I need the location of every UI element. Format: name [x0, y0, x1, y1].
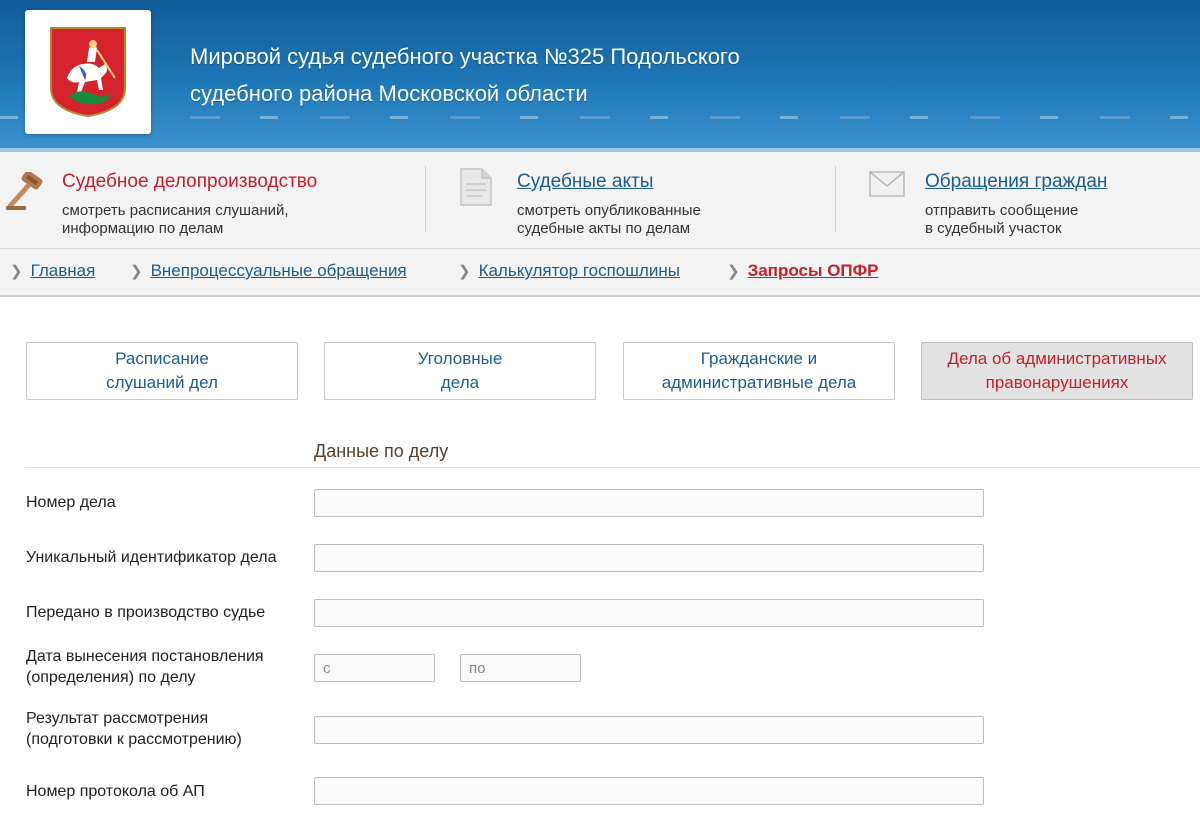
tab-hearing-schedule[interactable]: Расписание слушаний дел [26, 342, 298, 400]
breadcrumb-item-opfr-requests: ❯ Запросы ОПФР [727, 261, 878, 281]
tab-label-line: Уголовные [417, 349, 503, 368]
result-label: Результат рассмотрения (подготовки к рас… [26, 708, 242, 750]
tab-label-line: правонарушениях [985, 373, 1129, 392]
decision-date-label-line: Дата вынесения постановления [26, 648, 264, 665]
site-title: Мировой судья судебного участка №325 Под… [190, 38, 740, 112]
chevron-right-icon: ❯ [727, 263, 740, 280]
breadcrumb-item-non-procedural: ❯ Внепроцессуальные обращения [130, 261, 407, 281]
site-header: Мировой судья судебного участка №325 Под… [0, 0, 1200, 152]
nav-desc-line: судебные акты по делам [517, 220, 691, 237]
nav-divider [835, 166, 836, 232]
nav-block-court-proceedings[interactable]: Судебное делопроизводство смотреть распи… [0, 152, 420, 248]
case-number-label: Номер дела [26, 494, 116, 511]
nav-block-court-acts[interactable]: Судебные акты смотреть опубликованные су… [440, 152, 830, 248]
nav-desc-court-proceedings: смотреть расписания слушаний, информацию… [62, 202, 289, 238]
breadcrumb-link-non-procedural[interactable]: Внепроцессуальные обращения [151, 261, 407, 280]
site-title-line1: Мировой судья судебного участка №325 Под… [190, 44, 740, 69]
decision-date-to-input[interactable] [460, 654, 581, 682]
nav-desc-line: в судебный участок [925, 220, 1062, 237]
nav-desc-citizen-appeals: отправить сообщение в судебный участок [925, 202, 1078, 238]
result-label-line: Результат рассмотрения [26, 710, 209, 727]
breadcrumb-link-opfr-requests[interactable]: Запросы ОПФР [748, 261, 879, 280]
decision-date-from-input[interactable] [314, 654, 435, 682]
top-navigation: Судебное делопроизводство смотреть распи… [0, 152, 1200, 249]
nav-block-citizen-appeals[interactable]: Обращения граждан отправить сообщение в … [850, 152, 1200, 248]
nav-desc-line: смотреть опубликованные [517, 202, 701, 219]
breadcrumb: ❯ Главная ❯ Внепроцессуальные обращения ❯ К… [0, 249, 1200, 297]
tab-criminal-cases[interactable]: Уголовные дела [324, 342, 596, 400]
nav-title-court-acts[interactable]: Судебные акты [517, 171, 653, 193]
nav-desc-court-acts: смотреть опубликованные судебные акты по… [517, 202, 701, 238]
tab-label: Уголовные дела [418, 347, 503, 395]
tab-admin-offenses[interactable]: Дела об административных правонарушениях [921, 342, 1193, 400]
section-divider [25, 467, 1200, 468]
decision-date-label: Дата вынесения постановления (определени… [26, 646, 264, 688]
unique-id-label: Уникальный идентификатор дела [26, 549, 277, 566]
tab-label-line: Расписание [115, 349, 209, 368]
nav-title-citizen-appeals[interactable]: Обращения граждан [925, 171, 1107, 193]
chevron-right-icon: ❯ [130, 263, 143, 280]
gavel-icon [6, 172, 43, 210]
nav-title-court-proceedings[interactable]: Судебное делопроизводство [62, 171, 317, 193]
section-title: Данные по делу [314, 441, 449, 461]
unique-id-input[interactable] [314, 544, 984, 572]
tab-label-line: слушаний дел [106, 373, 218, 392]
nav-divider [425, 166, 426, 232]
envelope-icon [869, 171, 905, 197]
nav-desc-line: отправить сообщение [925, 202, 1079, 219]
result-label-line: (подготовки к рассмотрению) [26, 731, 242, 748]
tab-label: Расписание слушаний дел [106, 347, 218, 395]
breadcrumb-item-home: ❯ Главная [10, 261, 95, 281]
protocol-number-input[interactable] [314, 777, 984, 805]
site-logo[interactable] [25, 10, 151, 134]
transferred-label: Передано в производство судье [26, 604, 266, 621]
chevron-right-icon: ❯ [458, 263, 471, 280]
tab-label-line: дела [440, 373, 480, 392]
moscow-coat-of-arms-icon [50, 27, 126, 118]
transferred-input[interactable] [314, 599, 984, 627]
nav-desc-line: смотреть расписания слушаний, [62, 202, 289, 219]
breadcrumb-item-fee-calculator: ❯ Калькулятор госпошлины [458, 261, 680, 281]
chevron-right-icon: ❯ [10, 263, 23, 280]
nav-desc-line: информацию по делам [62, 220, 224, 237]
site-title-line2: судебного района Московской области [190, 81, 588, 106]
tab-label: Дела об административных правонарушениях [947, 347, 1166, 395]
result-input[interactable] [314, 716, 984, 744]
tab-civil-admin-cases[interactable]: Гражданские и административные дела [623, 342, 895, 400]
breadcrumb-link-home[interactable]: Главная [31, 261, 96, 280]
breadcrumb-link-fee-calculator[interactable]: Калькулятор госпошлины [479, 261, 680, 280]
document-icon [460, 168, 492, 206]
tab-label: Гражданские и административные дела [662, 347, 857, 395]
tab-label-line: Гражданские и [700, 349, 818, 368]
tab-label-line: административные дела [661, 373, 857, 392]
protocol-number-label: Номер протокола об АП [26, 783, 205, 800]
case-number-input[interactable] [314, 489, 984, 517]
tab-label-line: Дела об административных [947, 349, 1167, 368]
decision-date-label-line: (определения) по делу [26, 669, 196, 686]
